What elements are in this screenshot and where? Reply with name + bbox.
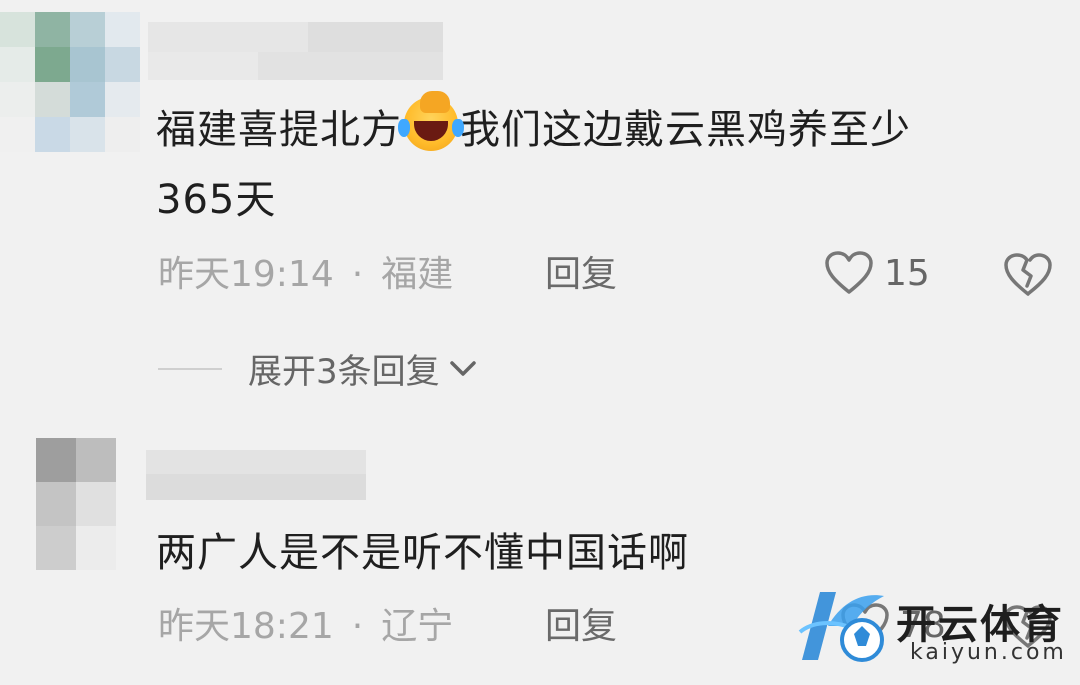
expand-divider-line bbox=[158, 367, 222, 370]
comment-location: 辽宁 bbox=[381, 606, 454, 647]
reply-button[interactable]: 回复 bbox=[545, 250, 617, 300]
comment-meta: 昨天18:21 · 辽宁 bbox=[158, 602, 453, 652]
comment-text: 福建喜提北方 我们这边戴云黑鸡养至少 365天 bbox=[156, 91, 1056, 235]
username-blurred[interactable] bbox=[148, 22, 443, 80]
comment-meta: 昨天19:14 · 福建 bbox=[158, 250, 453, 300]
watermark-logo: 开云体育 kaiyun.com bbox=[792, 582, 1072, 672]
avatar[interactable] bbox=[0, 12, 140, 152]
username-blurred[interactable] bbox=[146, 450, 366, 500]
dislike-button[interactable] bbox=[1003, 252, 1053, 302]
like-count: 15 bbox=[884, 252, 930, 294]
comment-time: 昨天19:14 bbox=[158, 254, 334, 295]
comment-text: 两广人是不是听不懂中国话啊 bbox=[156, 530, 689, 576]
expand-replies-button[interactable]: 展开3条回复 bbox=[158, 344, 478, 393]
watermark-url: kaiyun.com bbox=[910, 640, 1067, 665]
comment-time: 昨天18:21 bbox=[158, 606, 334, 647]
kaiyun-logo-icon bbox=[798, 592, 884, 662]
meta-separator: · bbox=[351, 254, 364, 295]
comment-location: 福建 bbox=[381, 254, 454, 295]
like-button[interactable]: 15 bbox=[824, 250, 930, 296]
chevron-down-icon bbox=[449, 360, 476, 376]
face-palm-laugh-emoji-icon bbox=[398, 91, 464, 151]
heart-outline-icon bbox=[825, 251, 873, 294]
comment-text-part-2: 我们这边戴云黑鸡养至少 bbox=[460, 107, 911, 153]
comment-text-line-2: 365天 bbox=[156, 177, 277, 223]
avatar[interactable] bbox=[36, 438, 116, 570]
reply-button[interactable]: 回复 bbox=[545, 602, 617, 652]
comment-item-1: 福建喜提北方 我们这边戴云黑鸡养至少 365天 昨天19:14 · 福建 回复 15 … bbox=[0, 0, 1080, 400]
meta-separator: · bbox=[351, 606, 364, 647]
comment-text-part-1: 福建喜提北方 bbox=[156, 107, 402, 153]
expand-replies-label: 展开3条回复 bbox=[248, 352, 440, 392]
broken-heart-icon bbox=[1004, 253, 1052, 296]
